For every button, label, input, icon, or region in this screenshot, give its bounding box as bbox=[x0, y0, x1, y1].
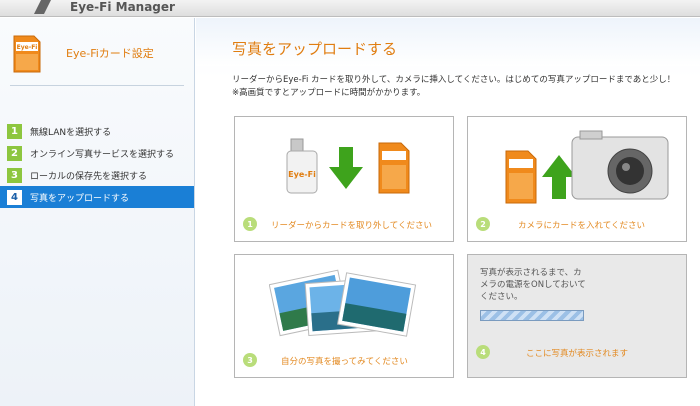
sidebar-step-local-folder[interactable]: 3 ローカルの保存先を選択する bbox=[0, 164, 194, 186]
page-description: リーダーからEye-Fi カードを取り外して、カメラに挿入してください。はじめて… bbox=[232, 74, 675, 100]
card-settings-link[interactable]: Eye-Fiカード設定 bbox=[66, 45, 154, 61]
step-number-badge: 4 bbox=[476, 345, 490, 359]
sd-card-icon: Eye-Fi bbox=[13, 35, 41, 73]
sidebar-step-upload-photos[interactable]: 4 写真をアップロードする bbox=[0, 186, 194, 208]
app-title: Eye-Fi Manager bbox=[70, 0, 175, 14]
svg-text:Eye-Fi: Eye-Fi bbox=[288, 170, 316, 179]
status-line: メラの電源をONしておいて bbox=[480, 280, 586, 290]
step-panel-take-photos: 3 自分の写真を撮ってみてください bbox=[234, 254, 454, 378]
camera-icon bbox=[571, 130, 669, 200]
step-panel-remove-card: Eye-Fi 1 リーダーからカードを取り外してください bbox=[234, 116, 454, 242]
step-panel-insert-card: 2 カメラにカードを入れてください bbox=[467, 116, 687, 242]
card-brand-label: Eye-Fi bbox=[17, 44, 38, 51]
sidebar-divider bbox=[10, 85, 184, 86]
camera-scene bbox=[505, 130, 669, 204]
step-number-badge: 3 bbox=[243, 353, 257, 367]
step-number: 2 bbox=[7, 145, 22, 161]
title-bar: Eye-Fi Manager bbox=[0, 0, 700, 17]
card-reader-scene: Eye-Fi bbox=[286, 138, 410, 194]
step-label: オンライン写真サービスを選択する bbox=[30, 149, 175, 160]
progress-bar bbox=[480, 310, 584, 321]
up-arrow-icon bbox=[542, 155, 576, 199]
status-line: 写真が表示されるまで、カ bbox=[480, 268, 582, 278]
eye-fi-logo-icon bbox=[34, 0, 51, 14]
step-number: 1 bbox=[7, 123, 22, 139]
sd-card-icon bbox=[505, 150, 537, 204]
sidebar: Eye-Fi Eye-Fiカード設定 1 無線LANを選択する 2 オンライン写… bbox=[0, 18, 195, 406]
page-title: 写真をアップロードする bbox=[232, 40, 398, 58]
step-label: 無線LANを選択する bbox=[30, 127, 112, 138]
main-content: 写真をアップロードする リーダーからEye-Fi カードを取り外して、カメラに挿… bbox=[196, 18, 700, 406]
step-caption: リーダーからカードを取り外してください bbox=[271, 221, 432, 231]
step-number-badge: 1 bbox=[243, 217, 257, 231]
step-panel-photo-display: 写真が表示されるまで、カ メラの電源をONしておいて ください。 4 ここに写真… bbox=[467, 254, 687, 378]
step-caption: カメラにカードを入れてください bbox=[518, 221, 645, 231]
sd-card-icon bbox=[378, 142, 410, 194]
card-reader-icon: Eye-Fi bbox=[286, 138, 318, 194]
status-line: ください。 bbox=[480, 292, 523, 302]
step-number: 4 bbox=[7, 189, 22, 205]
description-line: ※高画質ですとアップロードに時間がかかります。 bbox=[232, 88, 426, 98]
step-number-badge: 2 bbox=[476, 217, 490, 231]
step-caption: ここに写真が表示されます bbox=[526, 349, 629, 359]
sidebar-step-wireless-lan[interactable]: 1 無線LANを選択する bbox=[0, 120, 194, 142]
sidebar-step-online-service[interactable]: 2 オンライン写真サービスを選択する bbox=[0, 142, 194, 164]
description-line: リーダーからEye-Fi カードを取り外して、カメラに挿入してください。はじめて… bbox=[232, 75, 676, 85]
step-caption: 自分の写真を撮ってみてください bbox=[281, 357, 408, 367]
down-arrow-icon bbox=[329, 147, 363, 189]
step-label: 写真をアップロードする bbox=[30, 193, 130, 204]
photos-icon bbox=[269, 269, 417, 337]
status-message: 写真が表示されるまで、カ メラの電源をONしておいて ください。 bbox=[480, 267, 586, 303]
step-label: ローカルの保存先を選択する bbox=[30, 171, 148, 182]
step-number: 3 bbox=[7, 167, 22, 183]
